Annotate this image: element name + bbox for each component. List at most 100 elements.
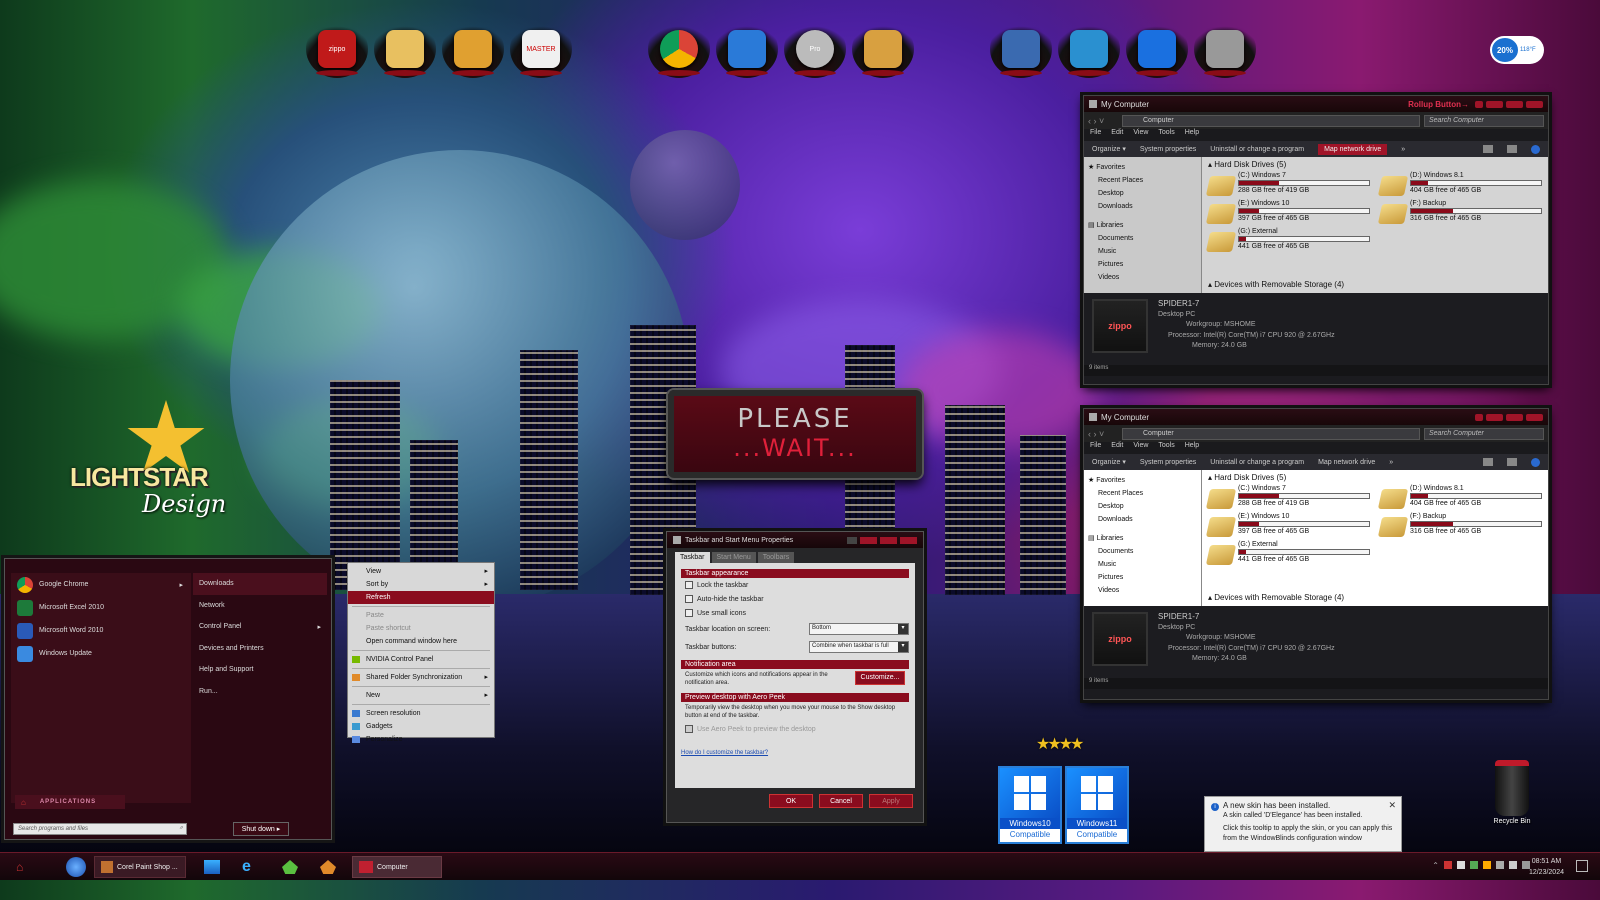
checkbox[interactable] xyxy=(685,581,693,589)
close-icon[interactable]: ✕ xyxy=(1388,800,1396,810)
apply-button[interactable]: Apply xyxy=(869,794,913,808)
view-icon[interactable] xyxy=(1483,458,1493,466)
explorer-titlebar[interactable]: My Computer Rollup Button→ xyxy=(1084,96,1548,112)
lock-taskbar-checkbox[interactable]: Lock the taskbar xyxy=(681,578,909,592)
start-program-item[interactable]: Microsoft Excel 2010 xyxy=(11,596,191,619)
nav-favorites[interactable]: ★ Favorites xyxy=(1088,161,1197,174)
tab-taskbar[interactable]: Taskbar xyxy=(675,552,710,563)
start-place-network[interactable]: Network xyxy=(193,595,327,617)
autohide-checkbox[interactable]: Auto-hide the taskbar xyxy=(681,592,909,606)
nav-pictures[interactable]: Pictures xyxy=(1088,571,1197,584)
organize-button[interactable]: Organize ▾ xyxy=(1092,458,1126,466)
all-applications-button[interactable]: ⌂ APPLICATIONS xyxy=(15,795,125,809)
menu-item-paste[interactable]: Paste xyxy=(348,609,494,622)
taskbar-computer[interactable]: Computer xyxy=(352,856,442,878)
customize-button[interactable]: Customize... xyxy=(855,671,905,685)
rollup-button[interactable] xyxy=(1475,413,1483,421)
small-icons-checkbox[interactable]: Use small icons xyxy=(681,606,909,620)
help-button[interactable] xyxy=(847,536,857,544)
nav-documents[interactable]: Documents xyxy=(1088,232,1197,245)
explorer-window-bottom[interactable]: My Computer ‹ › ˅ Computer Search Comput… xyxy=(1083,408,1549,700)
menu-item-screen-resolution[interactable]: Screen resolution xyxy=(348,707,494,720)
dock-item-addressbook[interactable] xyxy=(852,20,914,78)
tray-icon[interactable] xyxy=(1483,861,1491,869)
removable-group-header[interactable]: ▴ Devices with Removable Storage (4) xyxy=(1208,593,1344,602)
uninstall-button[interactable]: Uninstall or change a program xyxy=(1210,459,1304,466)
maximize-button[interactable] xyxy=(1506,413,1523,421)
menu-edit[interactable]: Edit xyxy=(1111,442,1123,454)
minimize-button[interactable] xyxy=(1486,413,1503,421)
menu-item-open-cmd[interactable]: Open command window here xyxy=(348,635,494,648)
nav-desktop[interactable]: Desktop xyxy=(1088,187,1197,200)
drive-item[interactable]: (E:) Windows 10 397 GB free of 465 GB xyxy=(1205,513,1370,537)
explorer-window-top[interactable]: My Computer Rollup Button→ ‹ › ˅ Compute… xyxy=(1083,95,1549,385)
ok-button[interactable]: OK xyxy=(769,794,813,808)
nav-videos[interactable]: Videos xyxy=(1088,584,1197,597)
drive-item[interactable]: (F:) Backup 316 GB free of 465 GB xyxy=(1377,200,1542,224)
dock-item-blue-window[interactable] xyxy=(1126,20,1188,78)
clock[interactable]: 08:51 AM 12/23/2024 xyxy=(1529,856,1564,878)
buttons-select[interactable]: Combine when taskbar is full ▾ xyxy=(809,641,909,653)
close-button[interactable] xyxy=(1526,100,1543,108)
drive-item[interactable]: (D:) Windows 8.1 404 GB free of 465 GB xyxy=(1377,485,1542,509)
more-button[interactable]: » xyxy=(1389,459,1393,466)
menu-item-paste-shortcut[interactable]: Paste shortcut xyxy=(348,622,494,635)
nav-favorites[interactable]: ★ Favorites xyxy=(1088,474,1197,487)
menu-tools[interactable]: Tools xyxy=(1158,129,1174,141)
volume-icon[interactable] xyxy=(1496,861,1504,869)
help-icon[interactable] xyxy=(1531,144,1540,154)
help-link[interactable]: How do I customize the taskbar? xyxy=(681,750,909,756)
nav-pictures[interactable]: Pictures xyxy=(1088,258,1197,271)
menu-item-view[interactable]: View ▸ xyxy=(348,565,494,578)
close-button[interactable] xyxy=(900,536,917,544)
back-forward-buttons[interactable]: ‹ › ˅ xyxy=(1088,429,1118,439)
minimize-button[interactable] xyxy=(860,536,877,544)
dialog-titlebar[interactable]: Taskbar and Start Menu Properties xyxy=(667,532,923,548)
nav-documents[interactable]: Documents xyxy=(1088,545,1197,558)
nav-downloads[interactable]: Downloads xyxy=(1088,200,1197,213)
start-place-downloads[interactable]: Downloads xyxy=(193,573,327,595)
dock-item-x-window[interactable] xyxy=(1058,20,1120,78)
shutdown-button[interactable]: Shut down ▸ xyxy=(233,822,289,836)
drive-item[interactable]: (C:) Windows 7 288 GB free of 419 GB xyxy=(1205,172,1370,196)
start-place-devices-and-printers[interactable]: Devices and Printers xyxy=(193,638,327,660)
close-button[interactable] xyxy=(1526,413,1543,421)
search-input[interactable]: Search Computer xyxy=(1424,427,1544,440)
menu-file[interactable]: File xyxy=(1090,129,1101,141)
start-program-item[interactable]: Microsoft Word 2010 xyxy=(11,619,191,642)
taskbar-paintshop[interactable]: Corel Paint Shop ... xyxy=(94,856,186,878)
explorer-titlebar[interactable]: My Computer xyxy=(1084,409,1548,425)
tab-toolbars[interactable]: Toolbars xyxy=(757,552,795,563)
stack-icon[interactable] xyxy=(198,856,226,878)
menu-item-personalize[interactable]: Personalize xyxy=(348,733,494,746)
nav-videos[interactable]: Videos xyxy=(1088,271,1197,284)
menu-tools[interactable]: Tools xyxy=(1158,442,1174,454)
nav-downloads[interactable]: Downloads xyxy=(1088,513,1197,526)
removable-group-header[interactable]: ▴ Devices with Removable Storage (4) xyxy=(1208,280,1344,289)
more-button[interactable]: » xyxy=(1401,146,1405,153)
start-search-input[interactable]: Search programs and files ⌕ xyxy=(13,823,187,835)
nav-libraries[interactable]: ▤ Libraries xyxy=(1088,219,1197,232)
menu-item-new[interactable]: New ▸ xyxy=(348,689,494,702)
drive-item[interactable]: (C:) Windows 7 288 GB free of 419 GB xyxy=(1205,485,1370,509)
windows-orb-icon[interactable] xyxy=(60,856,92,878)
search-input[interactable]: Search Computer xyxy=(1424,114,1544,127)
view-icon[interactable] xyxy=(1483,145,1493,153)
action-center-icon[interactable] xyxy=(1576,860,1588,872)
rollup-button[interactable] xyxy=(1475,100,1483,108)
uninstall-button[interactable]: Uninstall or change a program xyxy=(1210,146,1304,153)
maximize-button[interactable] xyxy=(880,536,897,544)
nav-recent-places[interactable]: Recent Places xyxy=(1088,174,1197,187)
preview-pane-icon[interactable] xyxy=(1507,145,1517,153)
map-network-drive-button[interactable]: Map network drive xyxy=(1318,143,1388,155)
tray-icon[interactable] xyxy=(1444,861,1452,869)
drive-item[interactable]: (G:) External 441 GB free of 465 GB xyxy=(1205,541,1370,565)
menu-edit[interactable]: Edit xyxy=(1111,129,1123,141)
drive-item[interactable]: (F:) Backup 316 GB free of 465 GB xyxy=(1377,513,1542,537)
dock-item-email[interactable] xyxy=(716,20,778,78)
start-place-help-and-support[interactable]: Help and Support xyxy=(193,659,327,681)
menu-help[interactable]: Help xyxy=(1185,129,1199,141)
start-program-item[interactable]: Windows Update xyxy=(11,642,191,665)
menu-item-gadgets[interactable]: Gadgets xyxy=(348,720,494,733)
dock-item-zippo[interactable]: zippo xyxy=(306,20,368,78)
